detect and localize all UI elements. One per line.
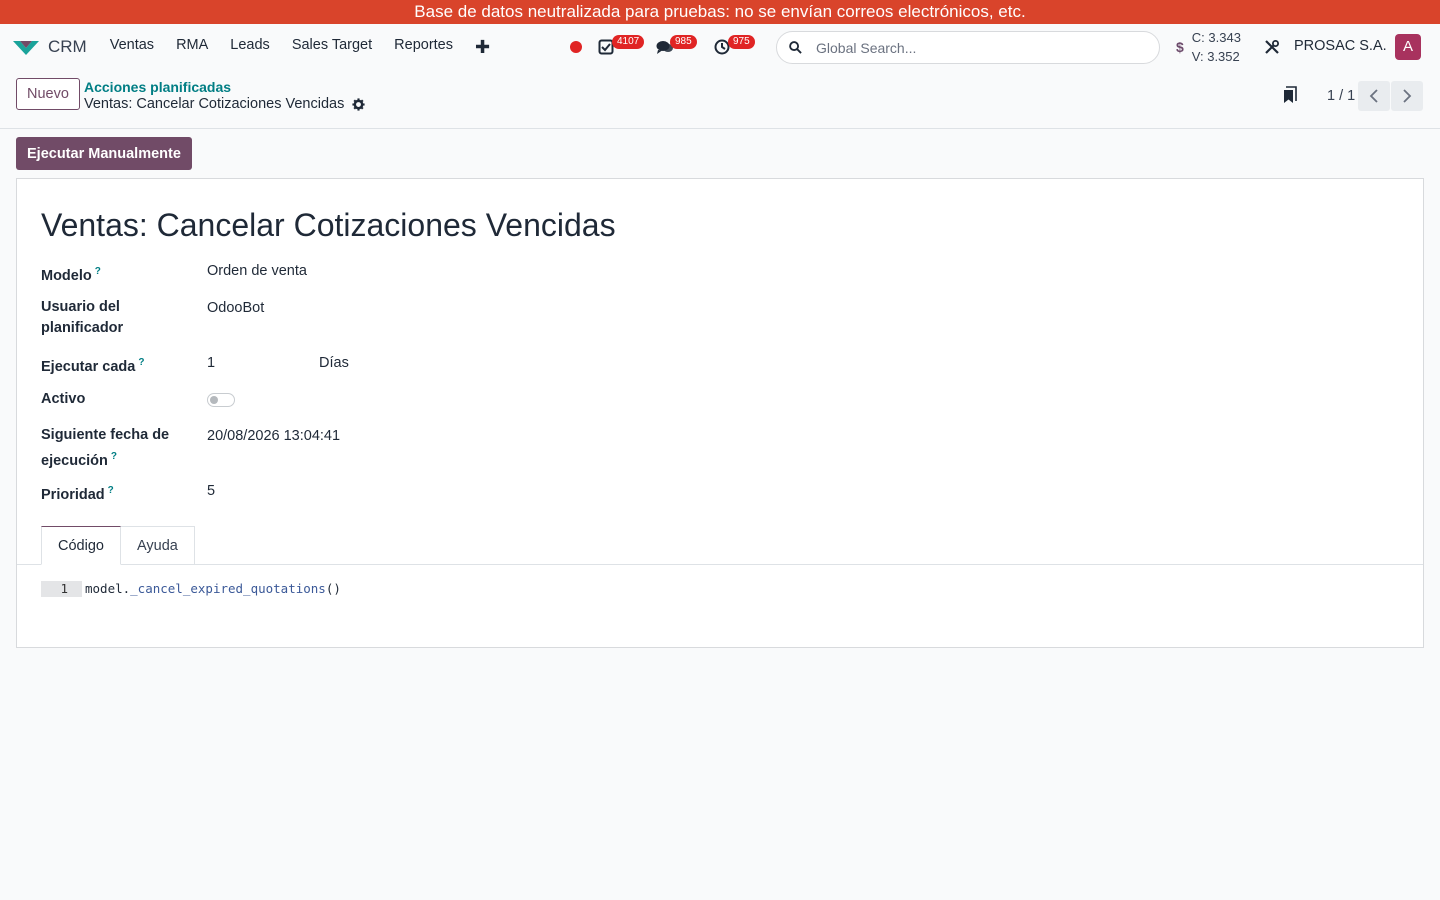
interval-number[interactable]: 1: [207, 355, 215, 371]
messages-button[interactable]: 985: [650, 24, 708, 70]
crm-logo-icon: [12, 38, 40, 56]
scheduler-user-label-line1: Usuario del: [41, 299, 120, 315]
pager-previous-button[interactable]: [1358, 81, 1390, 111]
code-object: model.: [85, 581, 131, 596]
priority-value[interactable]: 5: [207, 483, 215, 499]
code-line-number: 1: [41, 581, 82, 597]
timers-button[interactable]: 975: [708, 24, 766, 70]
pager-value[interactable]: 1 / 1: [1327, 88, 1355, 104]
buy-rate: C: 3.343: [1191, 30, 1241, 45]
pager-next-button[interactable]: [1391, 81, 1423, 111]
activities-button[interactable]: 4107: [592, 24, 650, 70]
chevron-right-icon: [1403, 89, 1412, 103]
scheduler-user-label: Usuario del planificador: [41, 297, 123, 339]
global-search-box[interactable]: [776, 31, 1160, 64]
next-execution-label-line2: ejecución: [41, 452, 108, 469]
company-switcher[interactable]: PROSAC S.A.: [1294, 38, 1387, 54]
systray: 4107 985 975: [560, 24, 766, 70]
messages-count-badge: 985: [670, 35, 697, 49]
priority-label: Prioridad?: [41, 480, 114, 506]
main-menu: Ventas RMA Leads Sales Target Reportes ✚: [99, 37, 501, 58]
breadcrumb-current-label: Ventas: Cancelar Cotizaciones Vencidas: [84, 96, 345, 112]
control-panel: Nuevo Acciones planificadas Ventas: Canc…: [0, 70, 1440, 129]
tab-ayuda[interactable]: Ayuda: [121, 526, 195, 565]
scheduler-user-label-line2: planificador: [41, 320, 124, 336]
global-search-input[interactable]: [816, 39, 1116, 56]
scheduler-user-value[interactable]: OdooBot: [207, 300, 264, 316]
menu-leads[interactable]: Leads: [219, 37, 281, 58]
help-tooltip-icon[interactable]: ?: [108, 485, 114, 496]
app-brand[interactable]: CRM: [12, 37, 87, 57]
run-manually-button[interactable]: Ejecutar Manualmente: [16, 137, 192, 170]
interval-label-text: Ejecutar cada: [41, 358, 136, 375]
code-method: _cancel_expired_quotations: [130, 581, 326, 596]
code-editor[interactable]: 1 model._cancel_expired_quotations(): [41, 581, 341, 597]
top-navbar: CRM Ventas RMA Leads Sales Target Report…: [0, 24, 1440, 70]
debug-tools-icon[interactable]: [1264, 39, 1280, 58]
interval-label: Ejecutar cada?: [41, 352, 144, 378]
breadcrumb-parent[interactable]: Acciones planificadas: [84, 79, 231, 95]
dollar-icon: $: [1176, 39, 1184, 55]
priority-label-text: Prioridad: [41, 486, 105, 503]
sell-rate: V: 3.352: [1191, 49, 1240, 64]
tab-codigo[interactable]: Código: [41, 526, 121, 565]
model-label-text: Modelo: [41, 267, 92, 284]
menu-sales-target[interactable]: Sales Target: [281, 37, 383, 58]
menu-rma[interactable]: RMA: [165, 37, 219, 58]
next-execution-label-line1: Siguiente fecha de: [41, 427, 170, 443]
toggle-knob: [210, 396, 218, 404]
model-value: Orden de venta: [207, 263, 307, 279]
help-tooltip-icon[interactable]: ?: [138, 357, 144, 368]
help-tooltip-icon[interactable]: ?: [111, 451, 117, 462]
menu-ventas[interactable]: Ventas: [99, 37, 165, 58]
app-name: CRM: [48, 37, 87, 56]
breadcrumb-current: Ventas: Cancelar Cotizaciones Vencidas: [84, 96, 365, 112]
recording-indicator-icon[interactable]: [570, 41, 582, 53]
interval-unit[interactable]: Días: [319, 355, 349, 371]
help-tooltip-icon[interactable]: ?: [95, 266, 101, 277]
gear-icon[interactable]: [352, 97, 365, 111]
next-execution-label: Siguiente fecha de ejecución?: [41, 425, 169, 472]
next-execution-value[interactable]: 20/08/2026 13:04:41: [207, 428, 340, 444]
record-title: Ventas: Cancelar Cotizaciones Vencidas: [41, 207, 616, 243]
add-menu-icon[interactable]: ✚: [464, 37, 501, 58]
new-button[interactable]: Nuevo: [16, 78, 80, 110]
code-line: model._cancel_expired_quotations(): [82, 581, 341, 597]
code-call: (): [325, 581, 341, 596]
menu-reportes[interactable]: Reportes: [383, 37, 464, 58]
timers-count-badge: 975: [728, 35, 755, 49]
active-label: Activo: [41, 391, 86, 407]
search-icon: [789, 41, 802, 54]
exchange-rates[interactable]: $ C: 3.343 V: 3.352: [1176, 28, 1241, 66]
notebook-tabs: Código Ayuda: [17, 526, 1423, 565]
bookmark-icon[interactable]: [1283, 86, 1297, 107]
form-sheet: Ventas: Cancelar Cotizaciones Vencidas M…: [16, 178, 1424, 648]
activities-count-badge: 4107: [612, 35, 645, 49]
active-toggle[interactable]: [207, 393, 235, 407]
chevron-left-icon: [1369, 89, 1378, 103]
neutralized-db-banner: Base de datos neutralizada para pruebas:…: [0, 0, 1440, 24]
model-label: Modelo?: [41, 261, 101, 287]
user-avatar[interactable]: A: [1395, 34, 1421, 60]
